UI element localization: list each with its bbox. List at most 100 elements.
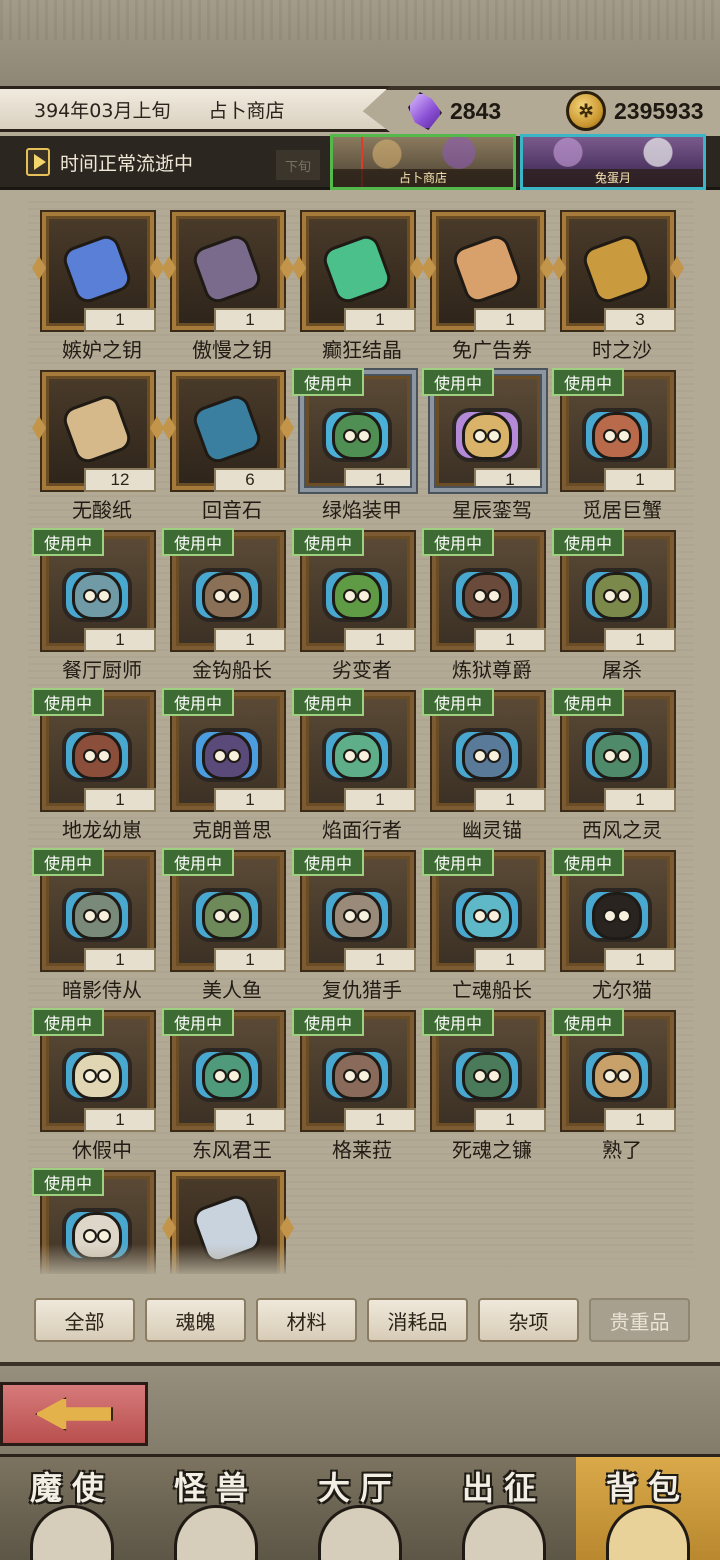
current-location: 占卜商店 (208, 99, 285, 122)
item-name: 格莱菈 (332, 1138, 392, 1162)
equipped-badge: 使用中 (292, 368, 364, 396)
filter-tab[interactable]: 消耗品 (367, 1298, 468, 1342)
grila-icon (332, 1052, 382, 1100)
inventory-item[interactable]: 使用中 1 地龙幼崽 (32, 688, 158, 842)
item-name: 美人鱼 (202, 978, 262, 1002)
item-count: 1 (474, 628, 546, 652)
inventory-item[interactable]: 使用中 1 劣变者 (292, 528, 418, 682)
east-wind-king-icon (202, 1052, 252, 1100)
inventory-item[interactable]: 使用中 1 休假中 (32, 1008, 158, 1162)
inventory-item[interactable]: 使用中 1 死魂之镰 (422, 1008, 548, 1162)
inventory-item[interactable]: 使用中 1 焰面行者 (292, 688, 418, 842)
inventory-item[interactable]: 6 回音石 (162, 368, 288, 522)
inventory-item[interactable]: 使用中 1 克朗普思 (162, 688, 288, 842)
equipped-badge: 使用中 (422, 1008, 494, 1036)
filter-tab[interactable]: 材料 (256, 1298, 357, 1342)
nav-tab[interactable]: 背包 (576, 1457, 720, 1560)
inventory-item[interactable]: 1 嫉妒之钥 (32, 208, 158, 362)
item-name: 尤尔猫 (592, 978, 652, 1002)
event-label: 兔蛋月 (523, 169, 703, 187)
item-count: 1 (214, 788, 286, 812)
item-name: 西风之灵 (582, 818, 662, 842)
inventory-item[interactable]: 使用中 1 格莱菈 (292, 1008, 418, 1162)
item-count: 12 (84, 468, 156, 492)
inventory-item[interactable]: 使用中 1 熟了 (552, 1008, 678, 1162)
coin-amount: 2395933 (614, 97, 704, 124)
slaughter-icon (592, 572, 642, 620)
item-count: 1 (84, 628, 156, 652)
nav-tab[interactable]: 大厅 (288, 1457, 432, 1560)
inventory-item[interactable]: 使用中 1 东风君王 (162, 1008, 288, 1162)
time-status-text: 时间正常流逝中 (60, 152, 194, 175)
inventory-item[interactable]: 使用中 1 暗影侍从 (32, 848, 158, 1002)
filter-tab[interactable]: 贵重品 (589, 1298, 690, 1342)
ghost-captain-icon (462, 892, 512, 940)
time-status[interactable]: 时间正常流逝中 (26, 148, 193, 176)
item-name: 地龙幼崽 (62, 818, 142, 842)
inventory-item[interactable]: 1 免广告券 (422, 208, 548, 362)
filter-tab[interactable]: 全部 (34, 1298, 135, 1342)
event-scene-image (333, 137, 513, 171)
back-button[interactable] (0, 1382, 148, 1446)
inventory-item[interactable]: 使用中 1 复仇猎手 (292, 848, 418, 1002)
nav-label: 怪兽 (173, 1469, 258, 1507)
item-name: 复仇猎手 (322, 978, 402, 1002)
equipped-badge: 使用中 (422, 368, 494, 396)
inventory-item[interactable]: 使用中 1 绿焰装甲 (292, 368, 418, 522)
filter-tab[interactable]: 杂项 (478, 1298, 579, 1342)
item-name: 暗影侍从 (62, 978, 142, 1002)
back-arrow-icon (35, 1397, 113, 1431)
nav-tab[interactable]: 怪兽 (144, 1457, 288, 1560)
item-name: 屠杀 (602, 658, 642, 682)
crystal-counter[interactable]: 2843 (408, 90, 501, 132)
time-ghost-label: 下旬 (276, 150, 320, 180)
inventory-item[interactable]: 使用中 1 餐厅厨师 (32, 528, 158, 682)
inventory-item[interactable]: 使用中 1 亡魂船长 (422, 848, 548, 1002)
nav-tab[interactable]: 魔使 (0, 1457, 144, 1560)
inventory-item[interactable]: 12 无酸纸 (32, 368, 158, 522)
item-count: 1 (474, 788, 546, 812)
mermaid-icon (202, 892, 252, 940)
inventory-grid[interactable]: 1 嫉妒之钥 1 傲慢之钥 1 癫狂结晶 1 免广告券 3 时之沙 12 无酸纸 6 回音石 使用中 1 绿焰装… (28, 198, 694, 1274)
item-name: 炼狱尊爵 (452, 658, 532, 682)
coin-counter[interactable]: ✲ 2395933 (566, 90, 704, 132)
equipped-badge: 使用中 (162, 848, 234, 876)
inventory-item[interactable]: 使用中 1 星辰銮驾 (422, 368, 548, 522)
event-scene-image (523, 137, 703, 171)
item-count: 1 (604, 1108, 676, 1132)
inventory-item[interactable]: 使用中 1 尤尔猫 (552, 848, 678, 1002)
item-count: 1 (84, 308, 156, 332)
filter-tab[interactable]: 魂魄 (145, 1298, 246, 1342)
expedition-emblem-icon (462, 1505, 546, 1560)
chef-icon (72, 572, 122, 620)
event-tab-rabbit-egg-month[interactable]: 兔蛋月 (520, 134, 706, 190)
inventory-item[interactable]: 使用中 1 幽灵锚 (422, 688, 548, 842)
equipped-badge: 使用中 (552, 528, 624, 556)
item-count: 1 (214, 948, 286, 972)
inventory-item[interactable]: 使用中 1 金钩船长 (162, 528, 288, 682)
item-name: 觅居巨蟹 (582, 498, 662, 522)
item-name: 回音石 (202, 498, 262, 522)
inventory-item[interactable]: 使用中 1 炼狱尊爵 (422, 528, 548, 682)
category-filters: 全部 魂魄 材料 消耗品 杂项 贵重品 (34, 1298, 694, 1344)
ticket-icon (444, 226, 530, 312)
item-count: 1 (604, 468, 676, 492)
event-label: 占卜商店 (333, 169, 513, 187)
backpack-icon (606, 1505, 690, 1560)
inventory-item[interactable]: 使用中 1 美人鱼 (162, 848, 288, 1002)
item-name: 傲慢之钥 (192, 338, 272, 362)
item-name: 嫉妒之钥 (62, 338, 142, 362)
equipped-badge: 使用中 (292, 688, 364, 716)
item-name: 焰面行者 (322, 818, 402, 842)
inventory-item[interactable]: 1 傲慢之钥 (162, 208, 288, 362)
inventory-item[interactable]: 3 时之沙 (552, 208, 678, 362)
event-tab-divination-shop[interactable]: 占卜商店 (330, 134, 516, 190)
equipped-badge: 使用中 (552, 1008, 624, 1036)
inventory-item[interactable]: 使用中 1 觅居巨蟹 (552, 368, 678, 522)
item-name: 免广告券 (452, 338, 532, 362)
nav-tab[interactable]: 出征 (432, 1457, 576, 1560)
item-name: 癫狂结晶 (322, 338, 402, 362)
inventory-item[interactable]: 1 癫狂结晶 (292, 208, 418, 362)
inventory-item[interactable]: 使用中 1 西风之灵 (552, 688, 678, 842)
inventory-item[interactable]: 使用中 1 屠杀 (552, 528, 678, 682)
